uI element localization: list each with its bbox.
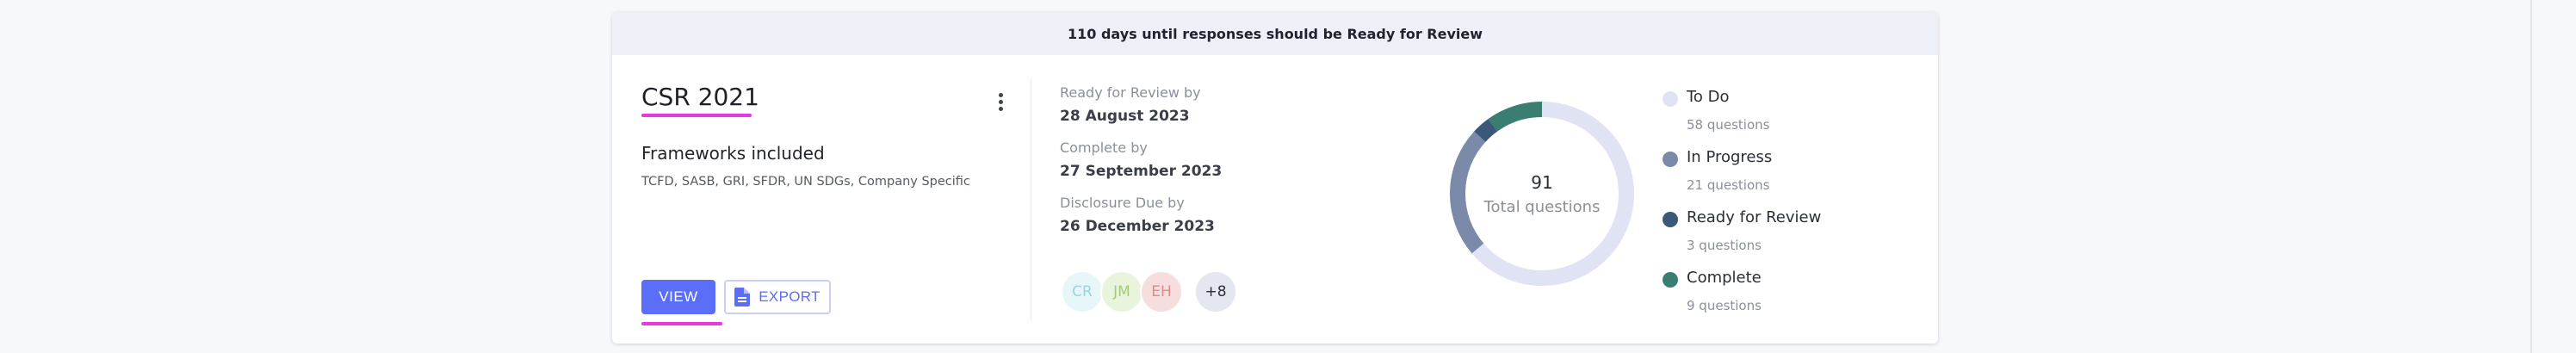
legend-count: 21 questions — [1687, 177, 1770, 193]
date-value: 28 August 2023 — [1060, 108, 1190, 125]
frameworks-list: TCFD, SASB, GRI, SFDR, UN SDGs, Company … — [641, 175, 970, 189]
view-button[interactable]: VIEW — [641, 280, 715, 314]
legend-count: 3 questions — [1687, 238, 1762, 253]
date-label: Disclosure Due by — [1060, 195, 1185, 211]
total-questions-caption: Total questions — [1483, 197, 1601, 216]
date-value: 27 September 2023 — [1060, 163, 1223, 180]
date-label: Ready for Review by — [1060, 84, 1201, 101]
legend-count: 58 questions — [1687, 117, 1770, 133]
legend-dot — [1663, 212, 1678, 227]
title-highlight-underline — [641, 114, 752, 117]
legend-count: 9 questions — [1687, 298, 1762, 313]
disclosure-due-date: Disclosure Due by 26 December 2023 — [1060, 195, 1215, 235]
frameworks-heading: Frameworks included — [641, 143, 825, 164]
legend-dot — [1663, 272, 1678, 288]
export-button[interactable]: EXPORT — [724, 280, 831, 314]
legend-dot — [1663, 91, 1678, 107]
ready-for-review-date: Ready for Review by 28 August 2023 — [1060, 84, 1201, 125]
date-value: 26 December 2023 — [1060, 218, 1215, 235]
donut-center: 91 Total questions — [1447, 99, 1637, 288]
deadline-banner-text: 110 days until responses should be Ready… — [1067, 25, 1483, 42]
report-title: CSR 2021 — [641, 83, 759, 111]
avatar[interactable]: JM — [1100, 270, 1143, 313]
page-scrollbar-track[interactable] — [2530, 0, 2532, 353]
document-icon — [734, 288, 751, 307]
complete-by-date: Complete by 27 September 2023 — [1060, 139, 1222, 180]
view-highlight-underline — [641, 322, 722, 325]
export-label: EXPORT — [759, 288, 820, 305]
deadline-banner: 110 days until responses should be Ready… — [612, 12, 1938, 55]
legend-label: In Progress — [1687, 148, 1773, 166]
legend-label: To Do — [1687, 88, 1730, 106]
avatar[interactable]: EH — [1140, 270, 1183, 313]
more-assignees-badge[interactable]: +8 — [1194, 270, 1237, 313]
legend-label: Complete — [1687, 269, 1762, 287]
avatar[interactable]: CR — [1061, 270, 1104, 313]
kebab-menu-icon[interactable] — [991, 86, 1012, 117]
legend-dot — [1663, 152, 1678, 167]
report-card: 110 days until responses should be Ready… — [612, 12, 1938, 344]
total-questions-count: 91 — [1531, 171, 1553, 193]
legend-label: Ready for Review — [1687, 208, 1822, 226]
date-label: Complete by — [1060, 139, 1148, 156]
